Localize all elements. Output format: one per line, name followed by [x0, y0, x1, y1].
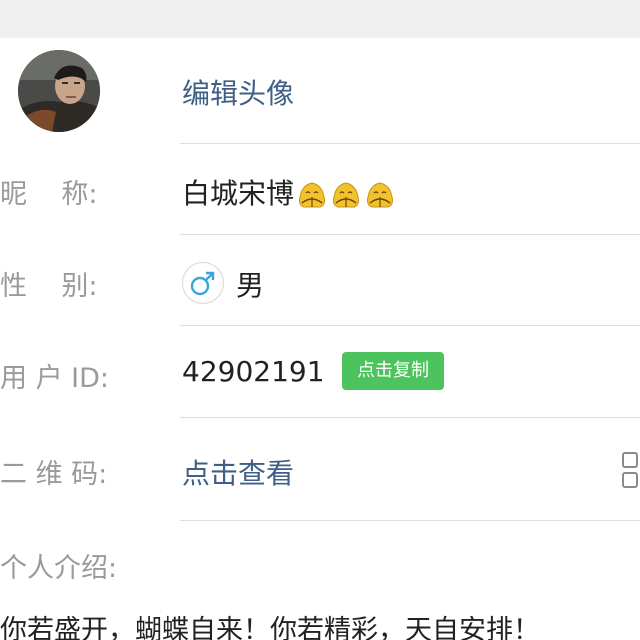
gender-value: 男	[236, 269, 265, 302]
top-band	[0, 0, 640, 38]
qr-code-icon[interactable]	[620, 450, 640, 490]
qrcode-label: 二 维 码:	[0, 459, 108, 490]
nickname-value-wrap: 白城宋博	[182, 172, 396, 212]
gender-label: 性 别:	[0, 271, 98, 302]
pray-hands-icon	[364, 181, 396, 209]
nickname-label: 昵 称:	[0, 179, 98, 210]
pray-hands-icon	[296, 181, 328, 209]
divider	[180, 143, 640, 144]
edit-avatar-link[interactable]: 编辑头像	[182, 72, 294, 112]
intro-label: 个人介绍:	[0, 553, 118, 584]
user-id-value: 42902191	[182, 355, 325, 388]
divider	[180, 520, 640, 521]
avatar-image	[18, 50, 100, 132]
nickname-value: 白城宋博	[182, 177, 295, 210]
divider	[180, 234, 640, 235]
divider	[180, 417, 640, 418]
copy-id-button[interactable]: 点击复制	[342, 352, 444, 390]
profile-page: 编辑头像 昵 称: 白城宋博 性 别: 男 用 户 ID: 42902191 点…	[0, 0, 640, 640]
user-id-label: 用 户 ID:	[0, 363, 110, 394]
male-icon	[182, 262, 224, 304]
view-qrcode-link[interactable]: 点击查看	[182, 452, 294, 492]
divider	[180, 325, 640, 326]
intro-text: 你若盛开，蝴蝶自来！你若精彩，天自安排！	[0, 615, 540, 640]
pray-hands-icon	[330, 181, 362, 209]
avatar[interactable]	[18, 50, 100, 132]
